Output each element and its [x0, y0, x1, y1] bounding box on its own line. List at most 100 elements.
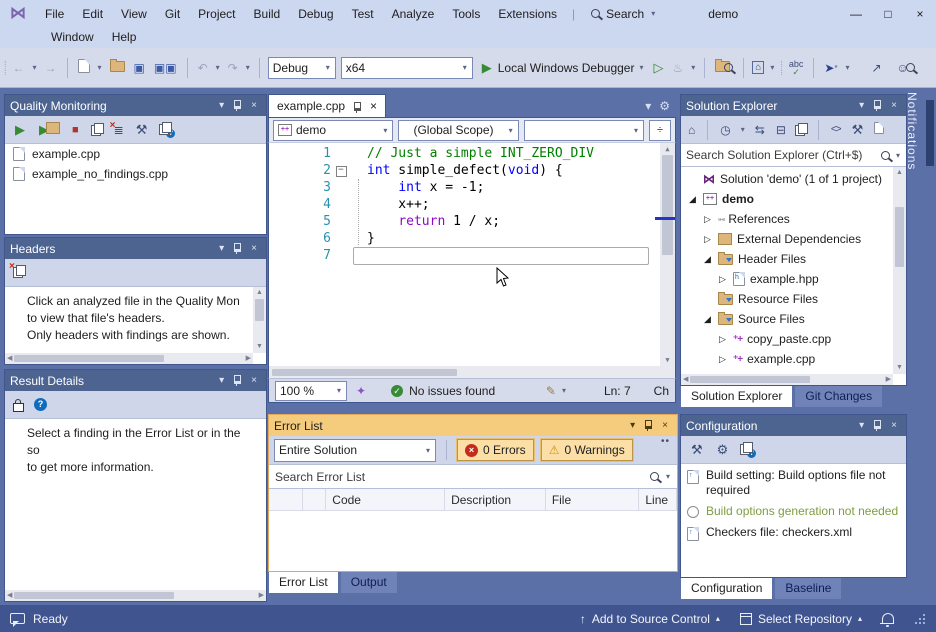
- help-docs-icon[interactable]: [740, 442, 756, 458]
- vertical-scrollbar[interactable]: ▲ ▼: [253, 287, 266, 353]
- stop-analysis-icon[interactable]: ■: [70, 123, 81, 137]
- tab-configuration[interactable]: Configuration: [681, 578, 772, 599]
- tree-item[interactable]: ◢Source Files: [681, 309, 893, 329]
- notifications-bell-icon[interactable]: [882, 613, 894, 623]
- code-line[interactable]: 4 x++;: [269, 196, 675, 213]
- zoom-select[interactable]: 100 % ▾: [275, 381, 347, 401]
- pin-icon[interactable]: [228, 243, 247, 255]
- solution-explorer-title-bar[interactable]: Solution Explorer ▾ ×: [681, 95, 906, 116]
- tab-git-changes[interactable]: Git Changes: [795, 386, 882, 407]
- window-position-icon[interactable]: ▾: [215, 375, 228, 386]
- run-analysis-icon[interactable]: ▶: [13, 121, 27, 139]
- tab-example-cpp[interactable]: example.cpp ×: [268, 94, 386, 117]
- chevron-down-icon[interactable]: ▾: [645, 99, 651, 113]
- share-icon[interactable]: ↗: [869, 60, 883, 76]
- error-list-search[interactable]: Search Error List ▾: [269, 465, 677, 489]
- selection-mode-icon[interactable]: ➤”: [822, 60, 839, 76]
- code-cleanup-button[interactable]: ✎ ▾: [546, 384, 567, 398]
- menu-item-extensions[interactable]: Extensions: [489, 5, 566, 23]
- menu-item-window[interactable]: Window: [42, 28, 103, 46]
- document-options-gear-icon[interactable]: ⚙: [659, 99, 670, 113]
- pin-icon[interactable]: [228, 100, 247, 112]
- window-position-icon[interactable]: ▾: [215, 243, 228, 254]
- menu-item-git[interactable]: Git: [156, 5, 189, 23]
- menu-item-build[interactable]: Build: [245, 5, 290, 23]
- copy-icon[interactable]: [795, 125, 805, 136]
- collapsed-arrow-icon[interactable]: ▷: [702, 234, 713, 245]
- preview-selected-items-icon[interactable]: [872, 121, 886, 138]
- window-position-icon[interactable]: ▾: [626, 420, 639, 431]
- tree-item[interactable]: ▷hexample.hpp: [681, 269, 893, 289]
- save-icon[interactable]: ▣: [132, 60, 147, 76]
- close-icon[interactable]: ×: [247, 100, 261, 111]
- solution-platform-select[interactable]: x64 ▾: [341, 57, 473, 79]
- project-select[interactable]: ++ demo ▾: [273, 120, 393, 141]
- close-icon[interactable]: ×: [658, 420, 672, 431]
- analyzed-file-row[interactable]: example.cpp: [5, 144, 266, 164]
- chevron-down-icon[interactable]: ▾: [769, 63, 775, 72]
- tree-item[interactable]: Resource Files: [681, 289, 893, 309]
- hot-reload-icon[interactable]: ♨: [671, 60, 686, 76]
- pin-icon[interactable]: [228, 375, 247, 387]
- toolbar-grip[interactable]: ⁞⁞: [4, 60, 6, 76]
- chevron-down-icon[interactable]: ▾: [245, 63, 251, 72]
- column-header-Description[interactable]: Description: [445, 489, 546, 510]
- help-icon[interactable]: [34, 398, 47, 411]
- menu-item-file[interactable]: File: [36, 5, 73, 23]
- horizontal-scrollbar[interactable]: [268, 366, 676, 378]
- pin-icon[interactable]: [868, 100, 887, 112]
- vertical-scrollbar[interactable]: ▲ ▼: [660, 143, 675, 366]
- errors-toggle-button[interactable]: 0 Errors: [457, 439, 534, 461]
- tab-baseline[interactable]: Baseline: [775, 578, 841, 599]
- tab-error-list[interactable]: Error List: [269, 572, 338, 593]
- code-line[interactable]: 2−int simple_defect(void) {: [269, 162, 675, 179]
- solution-explorer-search[interactable]: Search Solution Explorer (Ctrl+$) ▾: [681, 144, 906, 167]
- menu-item-analyze[interactable]: Analyze: [383, 5, 444, 23]
- tab-output[interactable]: Output: [341, 572, 397, 593]
- pin-icon[interactable]: [868, 420, 887, 432]
- configuration-title-bar[interactable]: Configuration ▾ ×: [681, 415, 906, 436]
- switch-views-icon[interactable]: ⌂: [686, 122, 697, 138]
- tree-item[interactable]: ▷⁺+example.cpp: [681, 349, 893, 369]
- scope-select[interactable]: (Global Scope) ▾: [398, 120, 518, 141]
- scope-filter-select[interactable]: Entire Solution ▾: [274, 439, 436, 462]
- solution-configuration-select[interactable]: Debug ▾: [268, 57, 336, 79]
- view-code-icon[interactable]: <>: [829, 123, 843, 136]
- chevron-down-icon[interactable]: ▾: [740, 125, 746, 134]
- chevron-down-icon[interactable]: ▾: [690, 63, 696, 72]
- new-project-icon[interactable]: [76, 58, 92, 77]
- spell-check-icon[interactable]: abc✓: [787, 59, 806, 77]
- close-icon[interactable]: ×: [887, 100, 901, 111]
- member-select[interactable]: ▾: [524, 120, 644, 141]
- toolbar-overflow-icon[interactable]: ••: [661, 436, 672, 447]
- expanded-arrow-icon[interactable]: ◢: [702, 254, 713, 265]
- code-editor[interactable]: 1// Just a simple INT_ZERO_DIV2−int simp…: [268, 143, 676, 366]
- menu-item-help[interactable]: Help: [103, 28, 146, 46]
- build-options-icon[interactable]: ⚒: [689, 441, 705, 459]
- close-button[interactable]: ×: [904, 5, 936, 23]
- menu-item-tools[interactable]: Tools: [443, 5, 489, 23]
- analyzed-file-row[interactable]: example_no_findings.cpp: [5, 164, 266, 184]
- menu-item-debug[interactable]: Debug: [289, 5, 342, 23]
- tree-item[interactable]: ⋈Solution 'demo' (1 of 1 project): [681, 169, 893, 189]
- column-header-Code[interactable]: Code: [326, 489, 445, 510]
- clear-headers-icon[interactable]: ×: [13, 265, 26, 280]
- configuration-item[interactable]: Build options generation not needed: [681, 500, 906, 521]
- tree-item[interactable]: ◢Header Files: [681, 249, 893, 269]
- start-without-debugging-icon[interactable]: ▷: [652, 59, 666, 77]
- expanded-arrow-icon[interactable]: ◢: [687, 194, 698, 205]
- chevron-down-icon[interactable]: ▾: [32, 63, 38, 72]
- error-list-title-bar[interactable]: Error List ▾ ×: [269, 415, 677, 436]
- save-all-icon[interactable]: ▣▣: [152, 60, 179, 76]
- send-feedback-icon[interactable]: ☺: [895, 60, 917, 76]
- sync-with-active-document-icon[interactable]: ⇆: [753, 122, 767, 138]
- window-position-icon[interactable]: ▾: [855, 100, 868, 111]
- code-line[interactable]: 6}: [269, 230, 675, 247]
- tree-item[interactable]: ▷⁺+copy_paste.cpp: [681, 329, 893, 349]
- settings-icon[interactable]: ⚒: [134, 121, 150, 139]
- menu-item-test[interactable]: Test: [343, 5, 383, 23]
- close-icon[interactable]: ×: [247, 243, 261, 254]
- fold-margin[interactable]: −: [331, 162, 351, 179]
- column-header-blank1[interactable]: [303, 489, 326, 510]
- column-header-blank0[interactable]: [269, 489, 303, 510]
